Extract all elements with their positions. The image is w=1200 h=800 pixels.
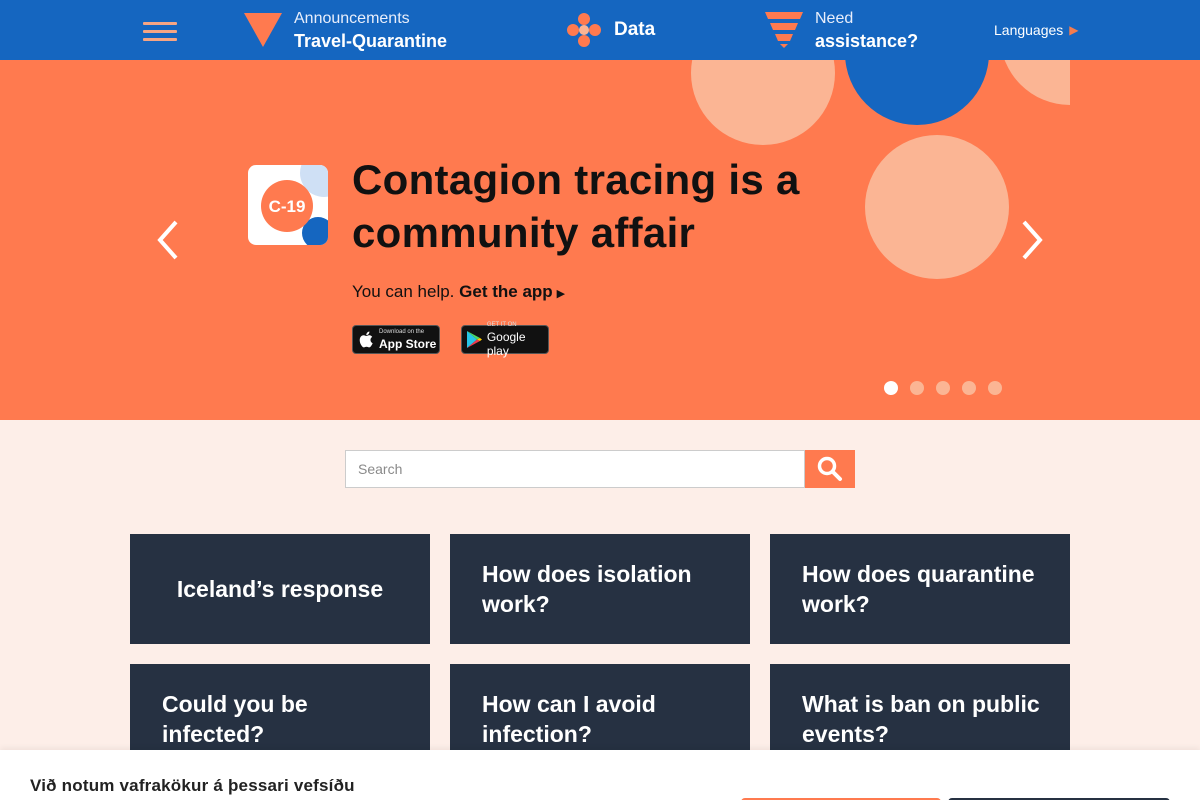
help-text: You can help. [352, 282, 455, 301]
assistance-label: assistance? [815, 31, 919, 51]
carousel-dot-3[interactable] [936, 381, 950, 395]
card-label: How does quarantine work? [802, 561, 1035, 617]
announcements-link[interactable]: Announcements Travel-Quarantine [244, 0, 447, 60]
google-play-icon [467, 331, 483, 348]
apple-icon [359, 331, 373, 348]
card-label: Could you be infected? [162, 691, 308, 747]
carousel-pagination [884, 381, 1014, 395]
triangle-right-icon: ▶ [1069, 23, 1079, 37]
languages-label: Languages [994, 22, 1064, 38]
c19-label: C-19 [269, 197, 306, 216]
app-store-badge[interactable]: Download on the App Store [352, 325, 440, 354]
carousel-dot-1[interactable] [884, 381, 898, 395]
top-navigation-bar: Announcements Travel-Quarantine Data Nee… [0, 0, 1200, 60]
get-the-app-label: Get the app [459, 282, 553, 301]
c19-app-icon: C-19 [248, 165, 328, 245]
funnel-icon [765, 12, 803, 48]
get-the-app-link[interactable]: Get the app ▶ [459, 282, 565, 301]
data-link[interactable]: Data [564, 0, 655, 60]
previous-slide-arrow-icon[interactable] [154, 218, 184, 262]
hamburger-menu-icon[interactable] [143, 22, 177, 42]
languages-menu[interactable]: Languages ▶ [994, 0, 1079, 60]
data-flower-icon [567, 13, 601, 47]
card-label: Iceland’s response [176, 576, 384, 602]
carousel-dot-5[interactable] [988, 381, 1002, 395]
hero-title: Contagion tracing is a community affair [352, 156, 800, 256]
app-store-large-label: App Store [379, 337, 437, 351]
search-icon [817, 456, 842, 481]
card-label: What is ban on public events? [802, 691, 1040, 747]
search-button[interactable] [805, 450, 855, 488]
need-label: Need [815, 10, 854, 27]
app-store-small-label: Download on the [379, 329, 425, 335]
google-play-large-label: Google play [486, 330, 526, 358]
cookie-message: Við notum vafrakökur á þessari vefsíðu [30, 776, 355, 795]
hero-carousel: C-19 Contagion tracing is a community af… [0, 60, 1200, 420]
need-assistance-link[interactable]: Need assistance? [765, 0, 918, 60]
card-icelands-response[interactable]: Iceland’s response [130, 534, 430, 644]
google-play-small-label: GET IT ON [486, 322, 517, 328]
carousel-dot-4[interactable] [962, 381, 976, 395]
data-label: Data [614, 19, 656, 40]
carousel-dot-2[interactable] [910, 381, 924, 395]
cookie-consent-bar: Við notum vafrakökur á þessari vefsíðu [0, 750, 1200, 800]
travel-quarantine-label: Travel-Quarantine [294, 31, 448, 51]
card-quarantine[interactable]: How does quarantine work? [770, 534, 1070, 644]
card-isolation[interactable]: How does isolation work? [450, 534, 750, 644]
triangle-down-icon [244, 13, 282, 47]
triangle-right-icon: ▶ [556, 288, 566, 300]
hero-help-line: You can help. Get the app ▶ [352, 282, 565, 302]
announcements-label: Announcements [294, 10, 410, 27]
card-label: How can I avoid infection? [482, 691, 656, 747]
card-label: How does isolation work? [482, 561, 692, 617]
google-play-badge[interactable]: GET IT ON Google play [461, 322, 549, 358]
next-slide-arrow-icon[interactable] [1016, 218, 1046, 262]
search-input[interactable] [345, 450, 805, 488]
